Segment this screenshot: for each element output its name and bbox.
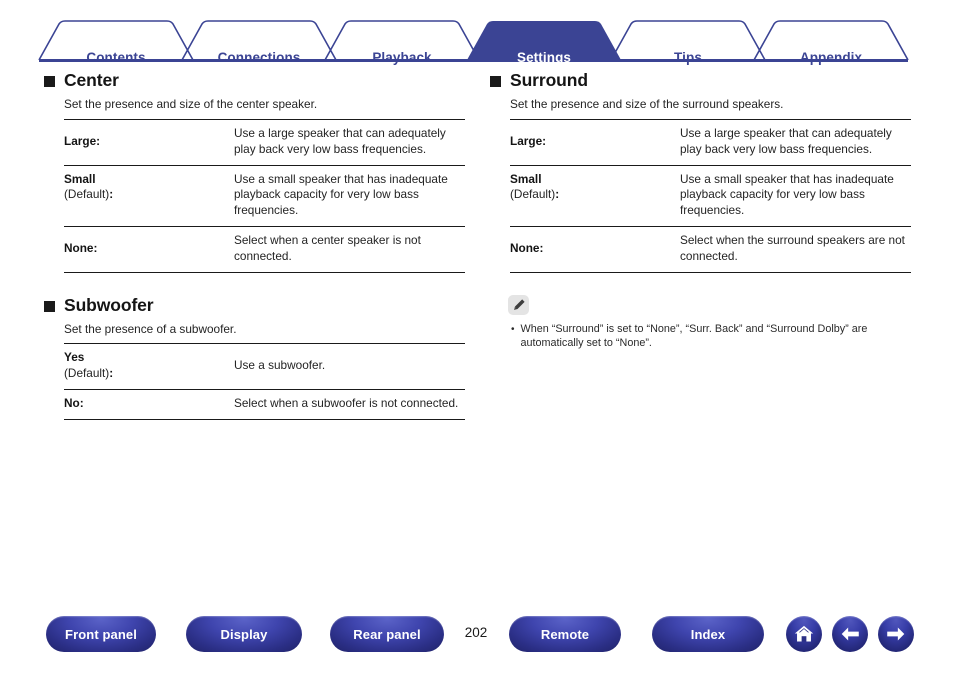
section-surround-header: Surround (490, 70, 915, 91)
option-key-cell: Small (Default): (510, 164, 678, 227)
option-key-cell: Large: (510, 118, 678, 166)
square-bullet-icon (44, 76, 55, 87)
tab-settings[interactable]: Settings (483, 50, 605, 65)
table-row: None: Select when a center speaker is no… (64, 225, 465, 273)
option-default-label: (Default) (64, 187, 110, 202)
page-number: 202 (464, 625, 488, 640)
pencil-icon (513, 298, 525, 310)
section-description: Set the presence and size of the surroun… (510, 97, 784, 111)
option-key-cell: Large: (64, 118, 232, 166)
table-row: No: Select when a subwoofer is not conne… (64, 389, 465, 420)
back-button[interactable] (832, 616, 868, 652)
home-button[interactable] (786, 616, 822, 652)
options-table-subwoofer: Yes (Default): Use a subwoofer. No: Sele… (64, 343, 465, 420)
section-subwoofer-header: Subwoofer (44, 295, 469, 316)
option-key: Large (64, 133, 97, 148)
section-description: Set the presence of a subwoofer. (64, 321, 237, 336)
tab-playback[interactable]: Playback (341, 50, 463, 65)
square-bullet-icon (44, 300, 55, 312)
option-key: None (510, 240, 540, 255)
section-subwoofer: Subwoofer Set the presence of a subwoofe… (44, 295, 469, 420)
home-icon (794, 625, 814, 642)
left-column: Center Set the presence and size of the … (44, 70, 469, 420)
option-key: Large (510, 133, 543, 148)
option-value: Use a large speaker that can adequately … (678, 118, 911, 166)
section-center-header: Center (44, 70, 469, 91)
section-center: Center Set the presence and size of the … (44, 70, 469, 273)
option-value: Select when a center speaker is not conn… (232, 225, 465, 273)
option-key: No (64, 396, 80, 411)
option-key: Small (64, 171, 96, 186)
arrow-right-icon (887, 627, 905, 641)
option-default-label: (Default) (64, 366, 110, 381)
table-row: Large: Use a large speaker that can adeq… (64, 118, 465, 166)
option-key-cell: Small (Default): (64, 164, 232, 227)
note-item: • When “Surround” is set to “None”, “Sur… (511, 322, 915, 352)
option-value: Use a large speaker that can adequately … (232, 118, 465, 166)
tab-tips[interactable]: Tips (627, 50, 749, 65)
option-key-cell: No: (64, 389, 232, 420)
table-row: Small (Default): Use a small speaker tha… (510, 164, 911, 227)
index-button[interactable]: Index (652, 616, 764, 652)
option-key-cell: None: (64, 225, 232, 273)
display-button[interactable]: Display (186, 616, 302, 652)
table-row: Large: Use a large speaker that can adeq… (510, 118, 911, 166)
table-row: Small (Default): Use a small speaker tha… (64, 164, 465, 227)
option-key-cell: Yes (Default): (64, 343, 232, 390)
front-panel-button[interactable]: Front panel (46, 616, 156, 652)
section-description: Set the presence and size of the center … (64, 97, 318, 111)
square-bullet-icon (490, 76, 501, 87)
option-value: Use a subwoofer. (232, 343, 465, 390)
forward-button[interactable] (878, 616, 914, 652)
options-table-center: Large: Use a large speaker that can adeq… (64, 118, 465, 273)
tab-bar: Contents Connections Playback Settings T… (0, 18, 954, 65)
option-key: Yes (64, 350, 85, 365)
table-row: None: Select when the surround speakers … (510, 225, 911, 273)
right-column: Surround Set the presence and size of th… (490, 70, 915, 351)
option-key: None (64, 240, 94, 255)
option-default-label: (Default) (510, 187, 556, 202)
section-title: Subwoofer (64, 294, 154, 315)
options-table-surround: Large: Use a large speaker that can adeq… (510, 118, 911, 273)
tab-contents[interactable]: Contents (55, 50, 177, 65)
option-value: Use a small speaker that has inadequate … (232, 164, 465, 227)
tab-appendix[interactable]: Appendix (770, 50, 892, 65)
note-text: When “Surround” is set to “None”, “Surr.… (520, 322, 868, 350)
section-surround: Surround Set the presence and size of th… (490, 70, 915, 273)
note-icon-badge (508, 294, 529, 315)
table-row: Yes (Default): Use a subwoofer. (64, 343, 465, 390)
section-title: Surround (510, 70, 588, 90)
option-value: Select when the surround speakers are no… (678, 225, 911, 273)
option-value: Select when a subwoofer is not connected… (232, 389, 465, 420)
arrow-left-icon (841, 627, 859, 641)
note-block: • When “Surround” is set to “None”, “Sur… (508, 294, 915, 352)
remote-button[interactable]: Remote (509, 616, 621, 652)
option-value: Use a small speaker that has inadequate … (678, 164, 911, 227)
option-key: Small (510, 171, 542, 186)
tab-connections[interactable]: Connections (198, 50, 320, 65)
rear-panel-button[interactable]: Rear panel (330, 616, 444, 652)
section-title: Center (64, 70, 119, 90)
note-bullet-icon: • (511, 323, 515, 335)
option-key-cell: None: (510, 225, 678, 273)
footer-nav: Front panel Display Rear panel 202 Remot… (0, 616, 954, 658)
